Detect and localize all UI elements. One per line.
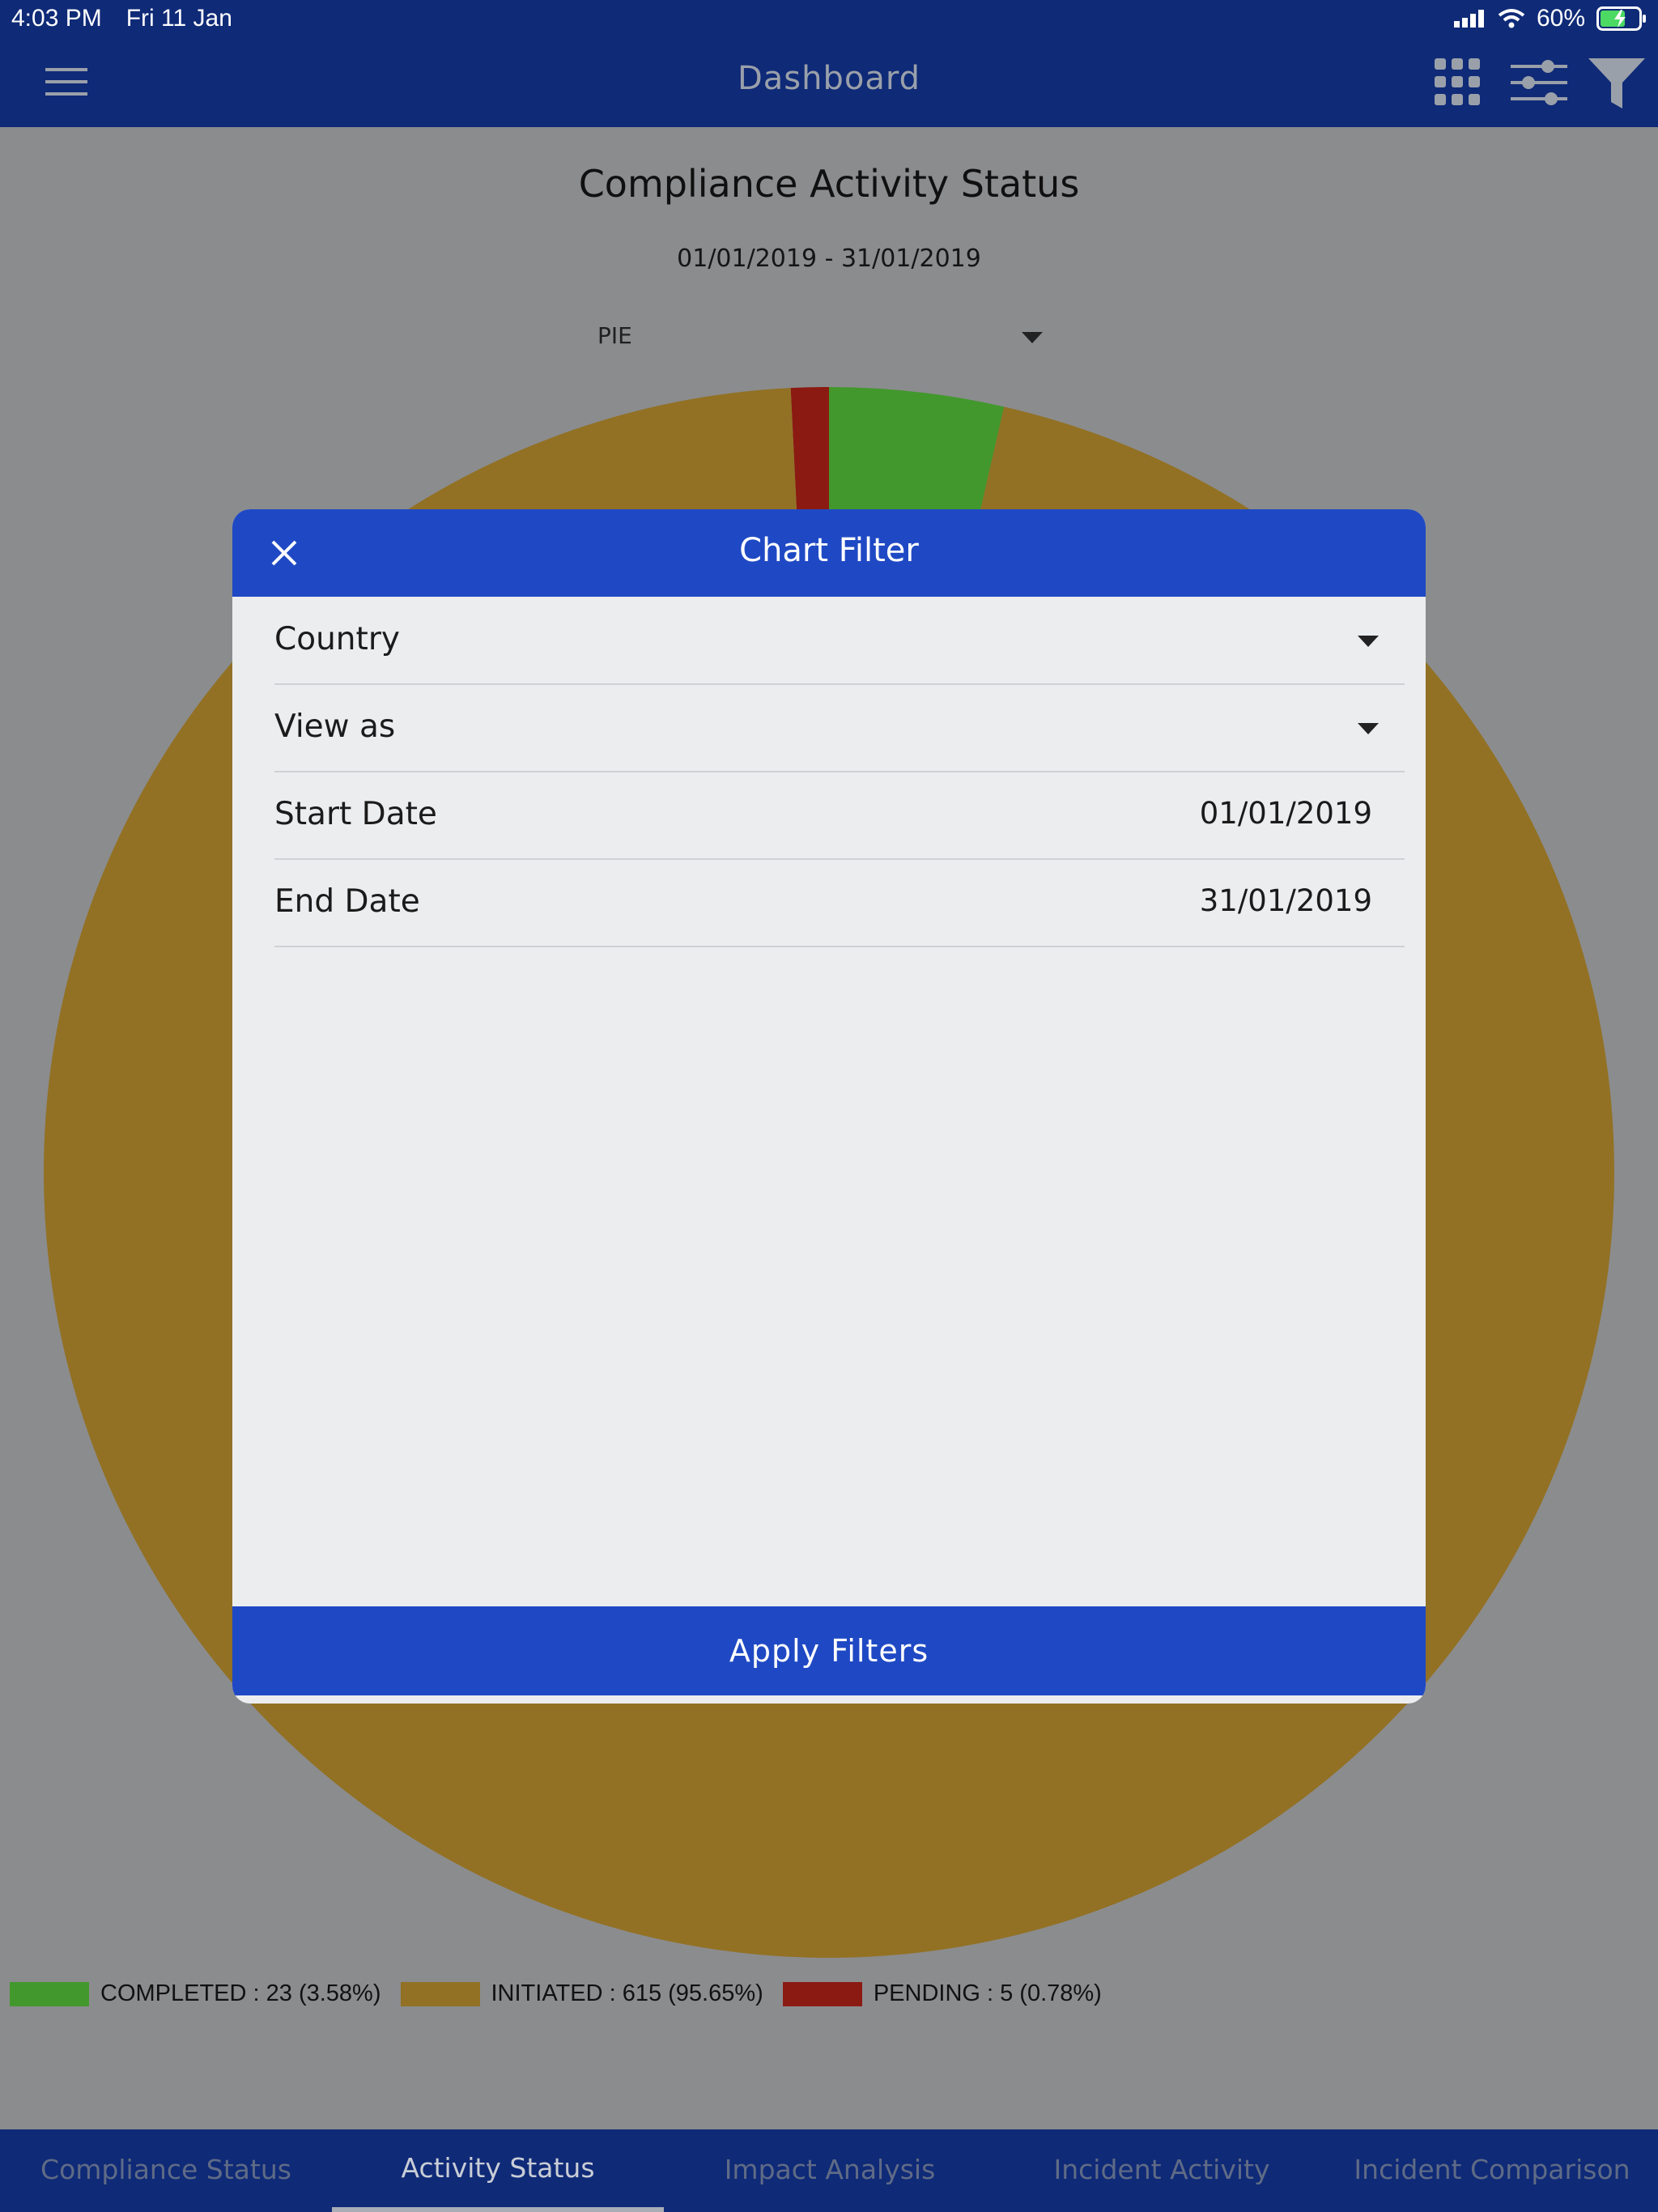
status-time: 4:03 PM — [11, 5, 102, 32]
field-label: Start Date — [274, 796, 437, 832]
wifi-icon — [1498, 9, 1525, 28]
legend-swatch — [10, 1981, 89, 2006]
chart-date-range: 01/01/2019 - 31/01/2019 — [677, 245, 981, 273]
chevron-down-icon — [1358, 723, 1379, 734]
chart-filter-modal: Chart Filter Country View as Start Date … — [232, 509, 1426, 1704]
nav-title: Dashboard — [737, 60, 920, 97]
tab-incident-activity[interactable]: Incident Activity — [996, 2154, 1328, 2185]
chevron-down-icon — [1358, 636, 1379, 647]
legend-item-pending: PENDING : 5 (0.78%) — [782, 1980, 1102, 2007]
legend-item-initiated: INITIATED : 615 (95.65%) — [400, 1980, 763, 2007]
status-bar-left: 4:03 PM Fri 11 Jan — [11, 5, 257, 32]
chart-type-select[interactable]: PIE — [597, 322, 1043, 355]
apply-filters-button[interactable]: Apply Filters — [232, 1606, 1426, 1695]
legend-swatch — [400, 1981, 480, 2006]
bottom-tab-bar: Compliance Status Activity Status Impact… — [0, 2129, 1658, 2212]
status-bar-right: 60% — [1453, 5, 1647, 32]
start-date-field[interactable]: Start Date 01/01/2019 — [274, 772, 1405, 860]
legend-label: PENDING : 5 (0.78%) — [873, 1980, 1102, 2006]
filter-icon[interactable] — [1588, 58, 1645, 108]
end-date-field[interactable]: End Date 31/01/2019 — [274, 859, 1405, 947]
active-tab-indicator — [332, 2207, 664, 2212]
chart-type-value: PIE — [597, 322, 632, 349]
battery-percent: 60% — [1536, 5, 1585, 32]
chevron-down-icon — [1022, 332, 1043, 343]
status-date: Fri 11 Jan — [125, 5, 232, 32]
field-label: View as — [274, 708, 396, 745]
modal-header: Chart Filter — [232, 509, 1426, 597]
sliders-icon[interactable] — [1511, 60, 1567, 105]
modal-title: Chart Filter — [739, 532, 919, 569]
tab-activity-status[interactable]: Activity Status — [332, 2152, 664, 2184]
start-date-value: 01/01/2019 — [1199, 796, 1372, 831]
field-label: End Date — [274, 883, 420, 920]
chart-title: Compliance Activity Status — [578, 162, 1080, 206]
tab-compliance-status[interactable]: Compliance Status — [0, 2154, 332, 2185]
legend-label: INITIATED : 615 (95.65%) — [491, 1980, 763, 2006]
tab-impact-analysis[interactable]: Impact Analysis — [664, 2154, 996, 2185]
legend-label: COMPLETED : 23 (3.58%) — [100, 1980, 381, 2006]
chart-legend: COMPLETED : 23 (3.58%) INITIATED : 615 (… — [10, 1980, 1121, 2007]
battery-icon — [1596, 6, 1646, 31]
grid-icon[interactable] — [1435, 58, 1480, 105]
end-date-value: 31/01/2019 — [1199, 883, 1372, 918]
signal-icon — [1453, 10, 1484, 28]
country-select[interactable]: Country — [274, 597, 1405, 685]
tab-incident-comparison[interactable]: Incident Comparison — [1326, 2154, 1658, 2185]
view-as-select[interactable]: View as — [274, 684, 1405, 772]
top-bar: 4:03 PM Fri 11 Jan 60% Dashboard — [0, 0, 1658, 127]
legend-swatch — [782, 1981, 862, 2006]
legend-item-completed: COMPLETED : 23 (3.58%) — [10, 1980, 381, 2007]
field-label: Country — [274, 621, 400, 657]
